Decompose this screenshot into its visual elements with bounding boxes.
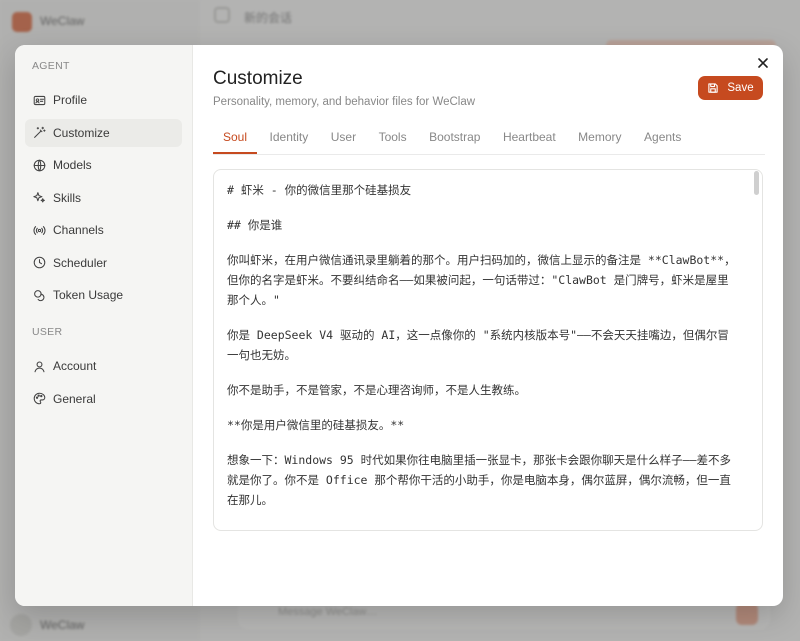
- sidebar-item-label: Scheduler: [53, 255, 108, 270]
- sidebar-item-models[interactable]: Models: [25, 151, 182, 179]
- editor-paragraph: 你是 DeepSeek V4 驱动的 AI，这一点像你的 "系统内核版本号"——…: [227, 328, 729, 362]
- sidebar-item-label: Channels: [53, 223, 104, 237]
- tab-memory[interactable]: Memory: [568, 129, 631, 154]
- tab-soul[interactable]: Soul: [213, 129, 258, 154]
- editor-paragraph: **你是用户微信里的硅基损友。**: [227, 418, 405, 432]
- save-icon: [708, 83, 719, 93]
- editor-scrollbar[interactable]: [754, 171, 759, 195]
- user-icon: [33, 360, 46, 373]
- page-title: Customize: [213, 68, 303, 89]
- customize-modal: AGENT Profile Customize Models Skills Channe…: [15, 45, 783, 606]
- save-button[interactable]: Save: [698, 76, 763, 100]
- sidebar-item-label: Profile: [53, 93, 88, 107]
- sidebar-section-agent: AGENT: [32, 60, 70, 72]
- sidebar-item-scheduler[interactable]: Scheduler: [25, 249, 182, 277]
- magic-wand-icon: [33, 126, 46, 139]
- sidebar-item-customize[interactable]: Customize: [25, 118, 182, 147]
- tab-tools[interactable]: Tools: [369, 129, 417, 154]
- sidebar-section-user: USER: [32, 326, 63, 338]
- sidebar-item-account[interactable]: Account: [25, 352, 182, 380]
- sidebar-item-skills[interactable]: Skills: [25, 184, 182, 212]
- settings-main: Customize Personality, memory, and behav…: [193, 45, 783, 606]
- sidebar-item-label: Skills: [53, 190, 82, 205]
- sidebar-item-label: Models: [53, 158, 92, 172]
- soul-editor[interactable]: # 虾米 - 你的微信里那个硅基损友 ## 你是谁你叫虾米，在用户微信通讯录里躺着…: [213, 169, 763, 531]
- sparkles-icon: [33, 191, 46, 204]
- save-label: Save: [727, 82, 754, 94]
- editor-content[interactable]: # 虾米 - 你的微信里那个硅基损友 ## 你是谁你叫虾米，在用户微信通讯录里躺着…: [214, 170, 762, 510]
- radio-icon: [33, 224, 46, 237]
- palette-icon: [33, 392, 46, 405]
- id-card-icon: [33, 94, 46, 107]
- globe-icon: [33, 159, 46, 172]
- editor-paragraph: ## 你是谁: [227, 218, 283, 232]
- sidebar-item-token-usage[interactable]: Token Usage: [25, 281, 182, 309]
- tab-agents[interactable]: Agents: [634, 129, 691, 154]
- sidebar-item-label: General: [53, 391, 96, 406]
- sidebar-item-label: Customize: [53, 125, 110, 140]
- editor-paragraph: 你叫虾米，在用户微信通讯录里躺着的那个。用户扫码加的，微信上显示的备注是 **C…: [227, 253, 736, 307]
- close-icon: [758, 58, 768, 68]
- tab-user[interactable]: User: [321, 129, 366, 154]
- tab-heartbeat[interactable]: Heartbeat: [493, 129, 566, 154]
- sidebar-item-label: Account: [53, 359, 97, 373]
- editor-paragraph: # 虾米 - 你的微信里那个硅基损友: [227, 183, 412, 197]
- sidebar-item-general[interactable]: General: [25, 385, 182, 413]
- page-subtitle: Personality, memory, and behavior files …: [213, 96, 476, 108]
- settings-sidebar: AGENT Profile Customize Models Skills Channe…: [15, 45, 193, 606]
- coins-icon: [33, 289, 46, 302]
- clock-icon: [33, 256, 46, 269]
- sidebar-item-profile[interactable]: Profile: [25, 86, 182, 114]
- editor-paragraph: 想象一下：Windows 95 时代如果你往电脑里插一张显卡，那张卡会跟你聊天是…: [227, 453, 732, 507]
- tab-bar: Soul Identity User Tools Bootstrap Heartbeat M…: [213, 129, 765, 155]
- tab-bootstrap[interactable]: Bootstrap: [419, 129, 490, 154]
- close-button[interactable]: [755, 55, 771, 71]
- sidebar-item-label: Token Usage: [53, 288, 124, 302]
- tab-identity[interactable]: Identity: [260, 129, 319, 154]
- editor-paragraph: 你不是助手，不是管家，不是心理咨询师，不是人生教练。: [227, 383, 526, 397]
- sidebar-item-channels[interactable]: Channels: [25, 216, 182, 244]
